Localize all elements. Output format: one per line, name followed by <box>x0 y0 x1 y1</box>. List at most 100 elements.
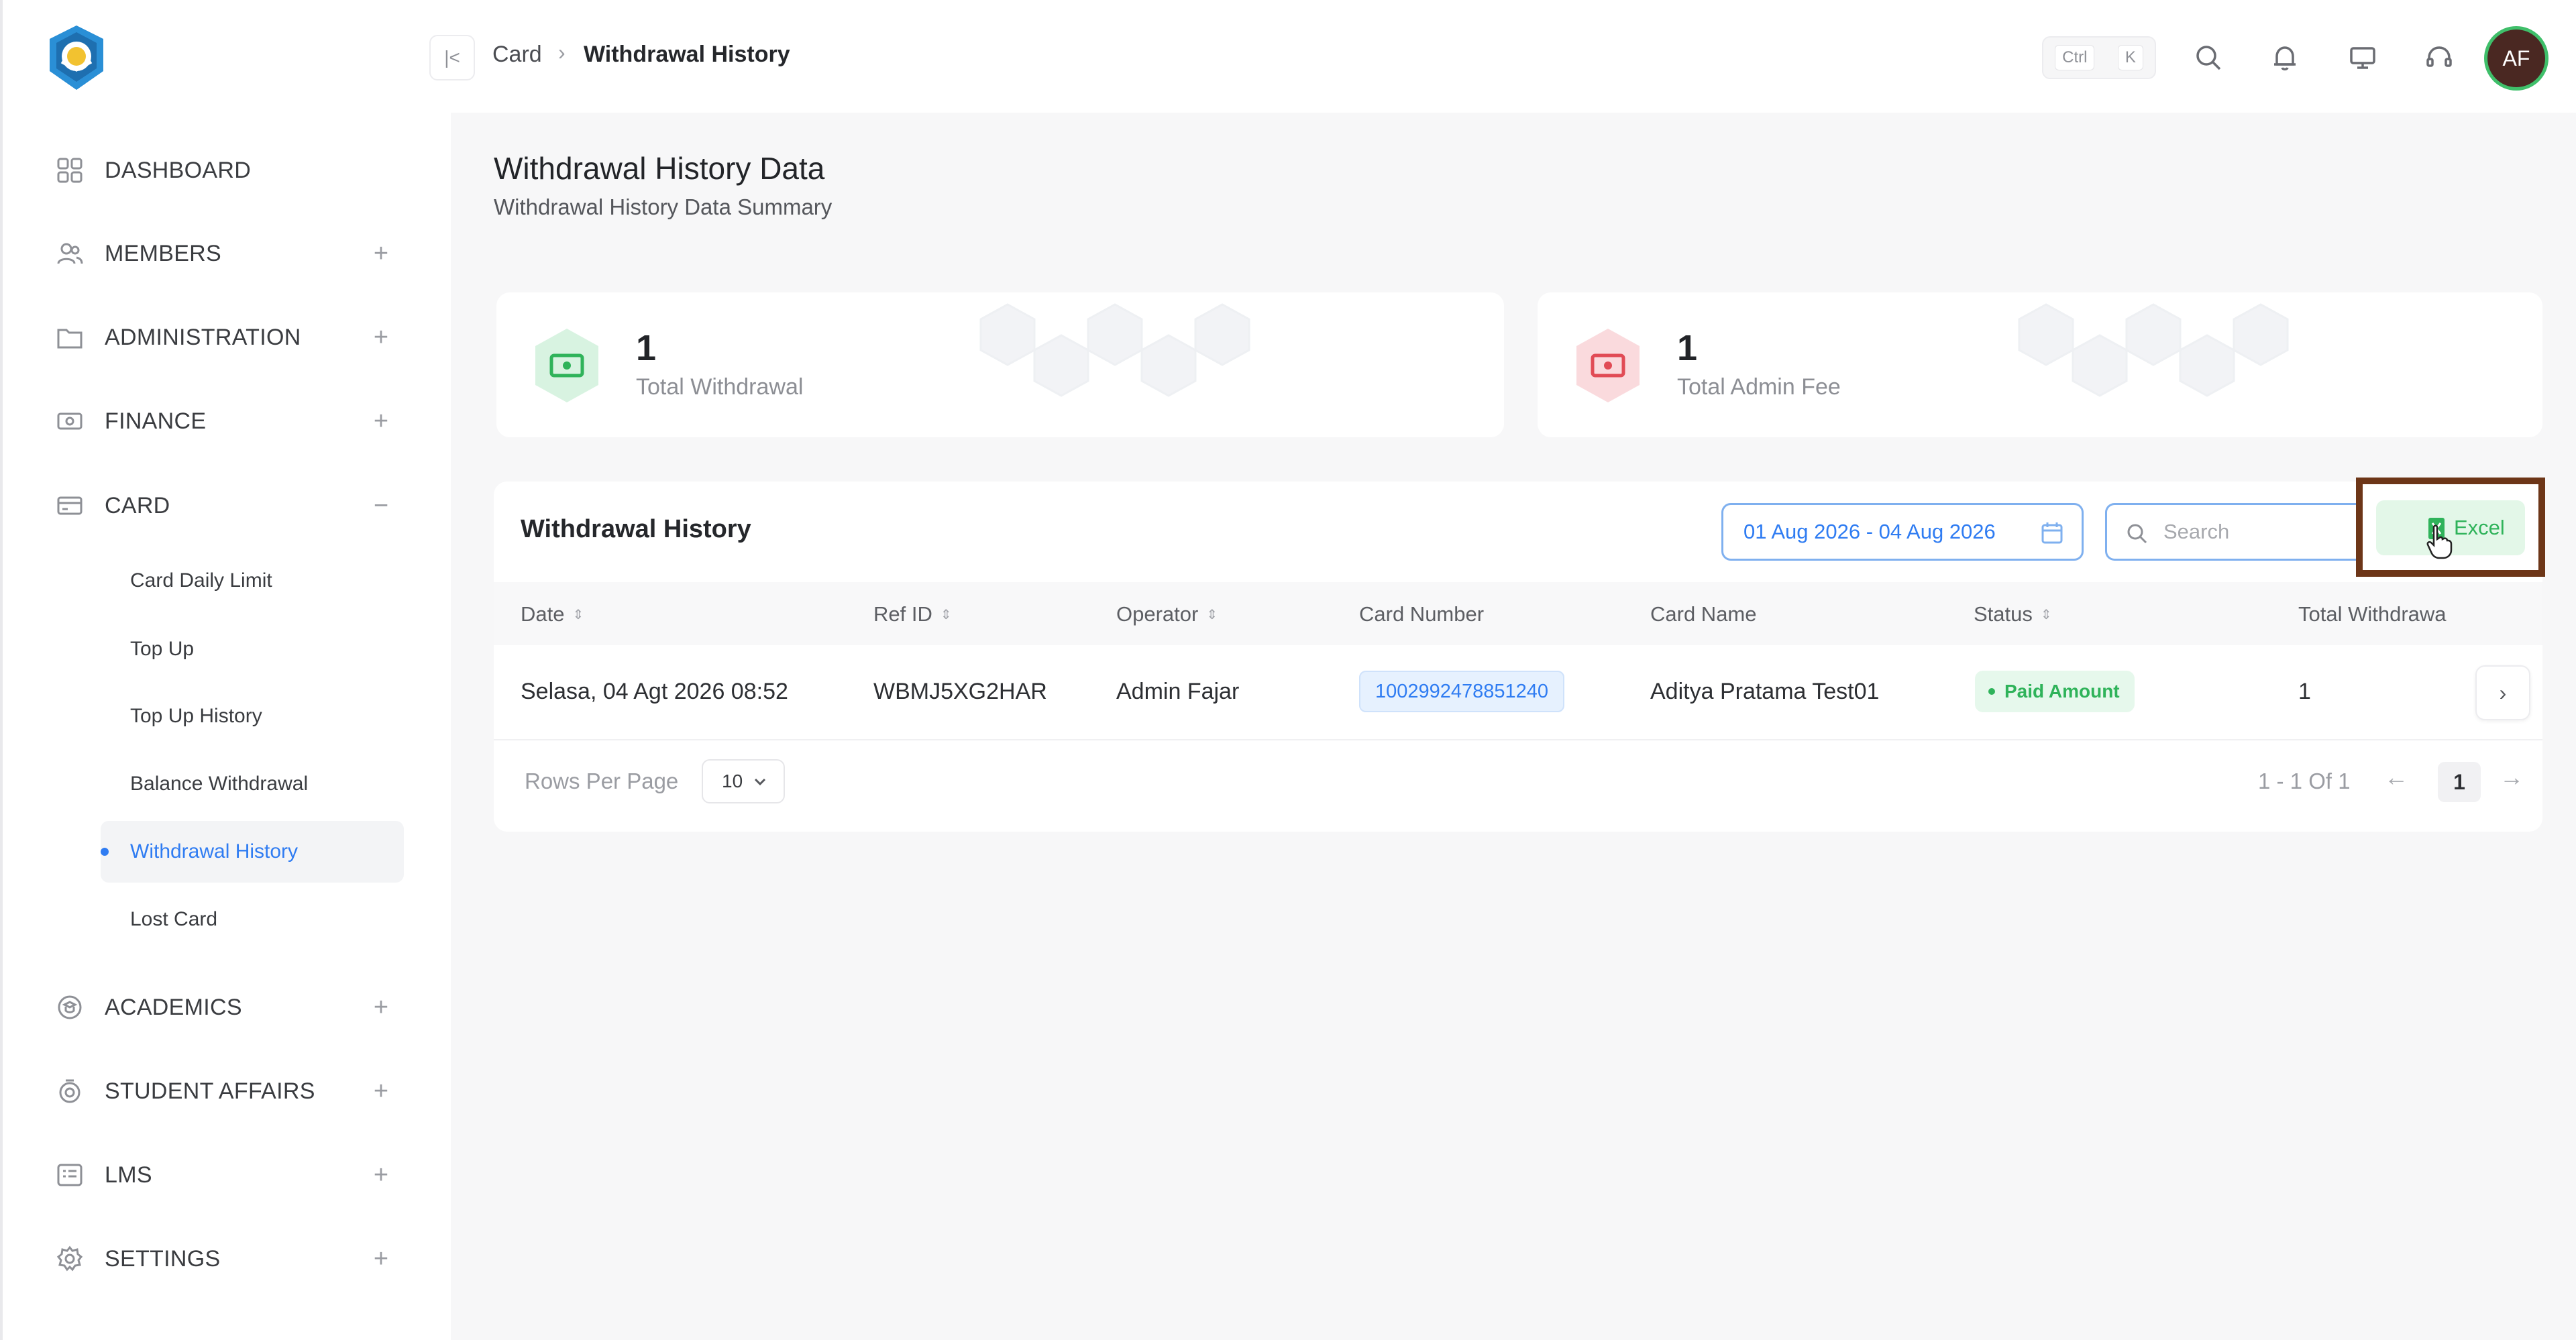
expand-icon[interactable]: + <box>370 1078 392 1104</box>
withdrawal-history-panel: Withdrawal History 01 Aug 2026 - 04 Aug … <box>494 478 2545 832</box>
column-header-status[interactable]: Status ⇕ <box>1974 602 2052 626</box>
sidebar-item-academics[interactable]: ACADEMICS + <box>3 981 405 1034</box>
hand-pointer-icon <box>2426 524 2453 559</box>
breadcrumb-current: Withdrawal History <box>584 42 790 67</box>
next-page-icon[interactable]: → <box>2500 763 2524 791</box>
expand-icon[interactable]: + <box>370 995 392 1020</box>
sidebar-item-label: DASHBOARD <box>105 157 252 183</box>
sort-icon: ⇕ <box>572 607 584 622</box>
sidebar-item-members[interactable]: MEMBERS + <box>3 227 405 280</box>
sidebar-item-settings[interactable]: SETTINGS + <box>3 1232 405 1286</box>
collapse-icon[interactable]: − <box>370 493 392 518</box>
export-excel-button[interactable]: Excel <box>2376 500 2525 559</box>
sidebar-item-student-affairs[interactable]: STUDENT AFFAIRS + <box>3 1064 405 1118</box>
academics-icon <box>54 991 86 1023</box>
page-subtitle: Withdrawal History Data Summary <box>494 194 833 219</box>
cash-icon <box>1576 329 1640 402</box>
sidebar-subitem-label: Card Daily Limit <box>130 569 272 592</box>
sidebar-item-finance[interactable]: FINANCE + <box>3 394 405 448</box>
table-row: Selasa, 04 Agt 2026 08:52 WBMJ5XG2HAR Ad… <box>494 645 2542 740</box>
previous-page-icon[interactable]: ← <box>2384 763 2408 791</box>
sidebar-item-label: SETTINGS <box>105 1245 221 1272</box>
expand-icon[interactable]: + <box>370 1162 392 1188</box>
collapse-sidebar-button[interactable]: |< <box>429 35 475 80</box>
column-header-card-name: Card Name <box>1650 602 1757 626</box>
avatar[interactable]: AF <box>2487 30 2545 87</box>
stat-card-total-withdrawal: 1 Total Withdrawal <box>496 292 1504 437</box>
column-header-operator[interactable]: Operator ⇕ <box>1116 602 1218 626</box>
sidebar-item-label: STUDENT AFFAIRS <box>105 1078 315 1104</box>
calendar-icon <box>2041 522 2063 544</box>
sidebar-subitem-label: Top Up <box>130 638 195 660</box>
sidebar-item-label: ACADEMICS <box>105 994 242 1020</box>
hexagon-pattern <box>979 303 1250 397</box>
table-header: Date ⇕ Ref ID ⇕ Operator ⇕ Card Number Card… <box>494 582 2542 645</box>
headset-icon[interactable] <box>2420 39 2458 76</box>
cell-ref-id: WBMJ5XG2HAR <box>873 679 1047 704</box>
expand-icon[interactable]: + <box>370 325 392 350</box>
sidebar-subitem-top-up-history[interactable]: Top Up History <box>101 685 404 747</box>
column-header-date[interactable]: Date ⇕ <box>521 602 584 626</box>
date-range-picker[interactable]: 01 Aug 2026 - 04 Aug 2026 <box>1721 503 2084 561</box>
topbar: |< Card › Withdrawal History Ctrl K AF <box>429 0 2576 113</box>
sort-icon: ⇕ <box>940 607 952 622</box>
card-number-chip[interactable]: 1002992478851240 <box>1359 671 1565 712</box>
active-indicator-dot <box>101 848 109 856</box>
card-icon <box>54 490 86 522</box>
bell-icon[interactable] <box>2266 39 2304 76</box>
monitor-icon[interactable] <box>2344 39 2381 76</box>
tut-wuri-handayani-logo[interactable] <box>42 23 111 93</box>
breadcrumb-card[interactable]: Card <box>492 42 542 68</box>
stat-card-total-admin-fee: 1 Total Admin Fee <box>1538 292 2542 437</box>
sidebar-subitem-label: Top Up History <box>130 705 262 727</box>
gear-icon <box>54 1243 86 1275</box>
date-range-value: 01 Aug 2026 - 04 Aug 2026 <box>1743 520 1996 543</box>
expand-icon[interactable]: + <box>370 1246 392 1272</box>
search-input[interactable]: Search <box>2105 503 2360 561</box>
sidebar-subitem-top-up[interactable]: Top Up <box>101 618 404 680</box>
cell-card-name: Aditya Pratama Test01 <box>1650 679 1880 704</box>
stat-label: Total Admin Fee <box>1677 374 1841 400</box>
sidebar: DASHBOARD MEMBERS + ADMINISTRATION + FIN… <box>0 0 451 1340</box>
search-shortcut[interactable]: Ctrl K <box>2042 36 2156 79</box>
cell-date: Selasa, 04 Agt 2026 08:52 <box>521 679 788 704</box>
sidebar-item-dashboard[interactable]: DASHBOARD <box>3 144 405 197</box>
sidebar-item-administration[interactable]: ADMINISTRATION + <box>3 311 405 364</box>
sidebar-subitem-withdrawal-history[interactable]: Withdrawal History <box>101 821 404 883</box>
sidebar-subitem-balance-withdrawal[interactable]: Balance Withdrawal <box>101 753 404 815</box>
sort-icon: ⇕ <box>2040 607 2052 622</box>
row-detail-button[interactable]: › <box>2475 665 2530 720</box>
expand-icon[interactable]: + <box>370 408 392 434</box>
expand-icon[interactable]: + <box>370 241 392 266</box>
column-header-ref-id[interactable]: Ref ID ⇕ <box>873 602 952 626</box>
sidebar-subitem-card-daily-limit[interactable]: Card Daily Limit <box>101 550 404 612</box>
sidebar-subitem-label: Balance Withdrawal <box>130 773 309 795</box>
column-header-card-number: Card Number <box>1359 602 1485 626</box>
sidebar-item-label: FINANCE <box>105 408 207 434</box>
stat-value: 1 <box>636 328 657 368</box>
cash-icon <box>535 329 598 402</box>
collapse-left-icon: |< <box>444 47 460 68</box>
search-icon[interactable] <box>2190 39 2227 76</box>
chevron-right-icon: › <box>558 40 566 64</box>
sidebar-item-label: ADMINISTRATION <box>105 324 301 350</box>
pagination-info: 1 - 1 Of 1 <box>2258 769 2351 793</box>
page-number-current[interactable]: 1 <box>2438 762 2481 802</box>
stat-value: 1 <box>1677 328 1698 368</box>
sidebar-item-card[interactable]: CARD − <box>3 479 405 533</box>
highlight-frame: Excel <box>2356 478 2545 577</box>
sidebar-item-label: LMS <box>105 1162 152 1188</box>
sort-icon: ⇕ <box>1206 607 1218 622</box>
sidebar-item-lms[interactable]: LMS + <box>3 1148 405 1202</box>
sidebar-subitem-lost-card[interactable]: Lost Card <box>101 889 404 950</box>
sidebar-subitem-label: Lost Card <box>130 908 218 930</box>
panel-title: Withdrawal History <box>521 515 751 543</box>
kbd-ctrl: Ctrl <box>2055 45 2095 70</box>
hexagon-pattern <box>2018 303 2289 397</box>
page-title: Withdrawal History Data <box>494 151 825 186</box>
rows-per-page-label: Rows Per Page <box>525 769 679 793</box>
cell-total-withdrawal: 1 <box>2298 679 2311 704</box>
kbd-k: K <box>2117 45 2143 70</box>
export-excel-label: Excel <box>2454 516 2505 539</box>
rows-per-page-select[interactable]: 10 <box>702 759 785 803</box>
